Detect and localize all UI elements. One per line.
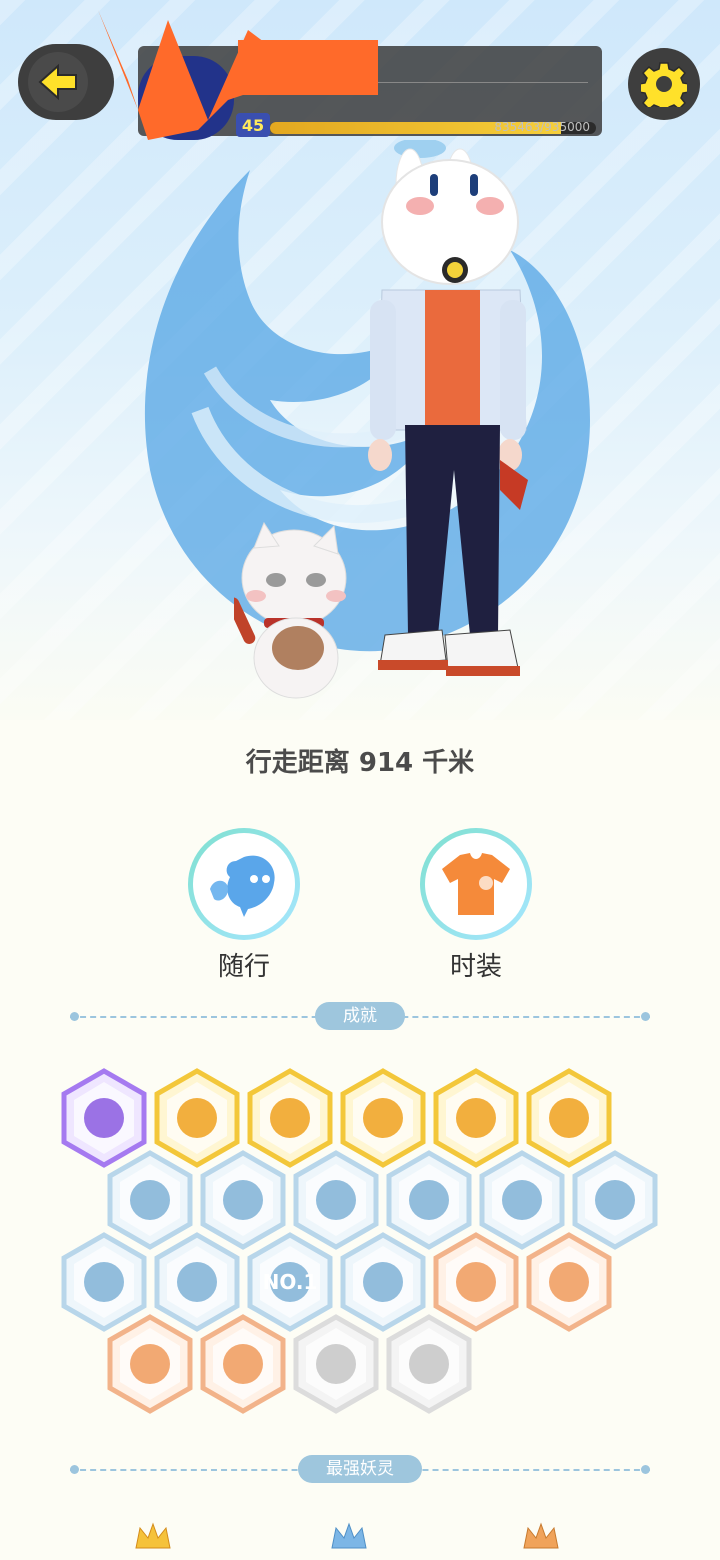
companion-icon-holder bbox=[193, 833, 295, 935]
fashion-label: 时装 bbox=[449, 952, 502, 982]
divider-dot bbox=[70, 1465, 79, 1474]
companion-button[interactable]: 随行 bbox=[188, 828, 300, 983]
walking-distance: 行走距离 914 千米 bbox=[245, 748, 475, 778]
crossed-swords-icon bbox=[106, 1314, 194, 1414]
settings-button[interactable] bbox=[628, 48, 700, 120]
fashion-icon-holder bbox=[425, 833, 527, 935]
achievement-badge[interactable] bbox=[525, 1232, 613, 1332]
koi-icon bbox=[525, 1232, 613, 1332]
divider-dot bbox=[641, 1465, 650, 1474]
companion-label: 随行 bbox=[217, 952, 270, 982]
strongest-header: 最强妖灵 bbox=[70, 1455, 650, 1485]
xp-text: 835463/935000 bbox=[494, 120, 590, 134]
divider-dot bbox=[70, 1012, 79, 1021]
level-badge: 45 bbox=[236, 113, 270, 137]
couple-icon bbox=[292, 1314, 380, 1414]
strongest-title: 最强妖灵 bbox=[298, 1455, 422, 1483]
back-arrow-icon bbox=[38, 63, 77, 101]
achievement-badge[interactable] bbox=[199, 1314, 287, 1414]
fashion-ring bbox=[420, 828, 532, 940]
gear-icon bbox=[641, 62, 687, 107]
player-character bbox=[368, 140, 528, 676]
angry-bag-icon bbox=[199, 1314, 287, 1414]
companion-ring bbox=[188, 828, 300, 940]
crown-icon bbox=[331, 1522, 367, 1549]
achievements-title: 成就 bbox=[315, 1002, 405, 1030]
fashion-button[interactable]: 时装 bbox=[420, 828, 532, 983]
achievement-badge[interactable] bbox=[385, 1314, 473, 1414]
crown-icon bbox=[523, 1522, 559, 1549]
achievement-badge[interactable] bbox=[106, 1314, 194, 1414]
achievement-badge[interactable] bbox=[292, 1314, 380, 1414]
cat-list-icon bbox=[385, 1314, 473, 1414]
pet-companion bbox=[234, 521, 347, 699]
crown-icon bbox=[135, 1522, 171, 1549]
achievements-header: 成就 bbox=[70, 1002, 650, 1032]
divider-dot bbox=[641, 1012, 650, 1021]
tshirt-icon bbox=[442, 853, 510, 915]
companion-icon bbox=[210, 855, 275, 917]
back-arrow-holder bbox=[28, 52, 88, 112]
